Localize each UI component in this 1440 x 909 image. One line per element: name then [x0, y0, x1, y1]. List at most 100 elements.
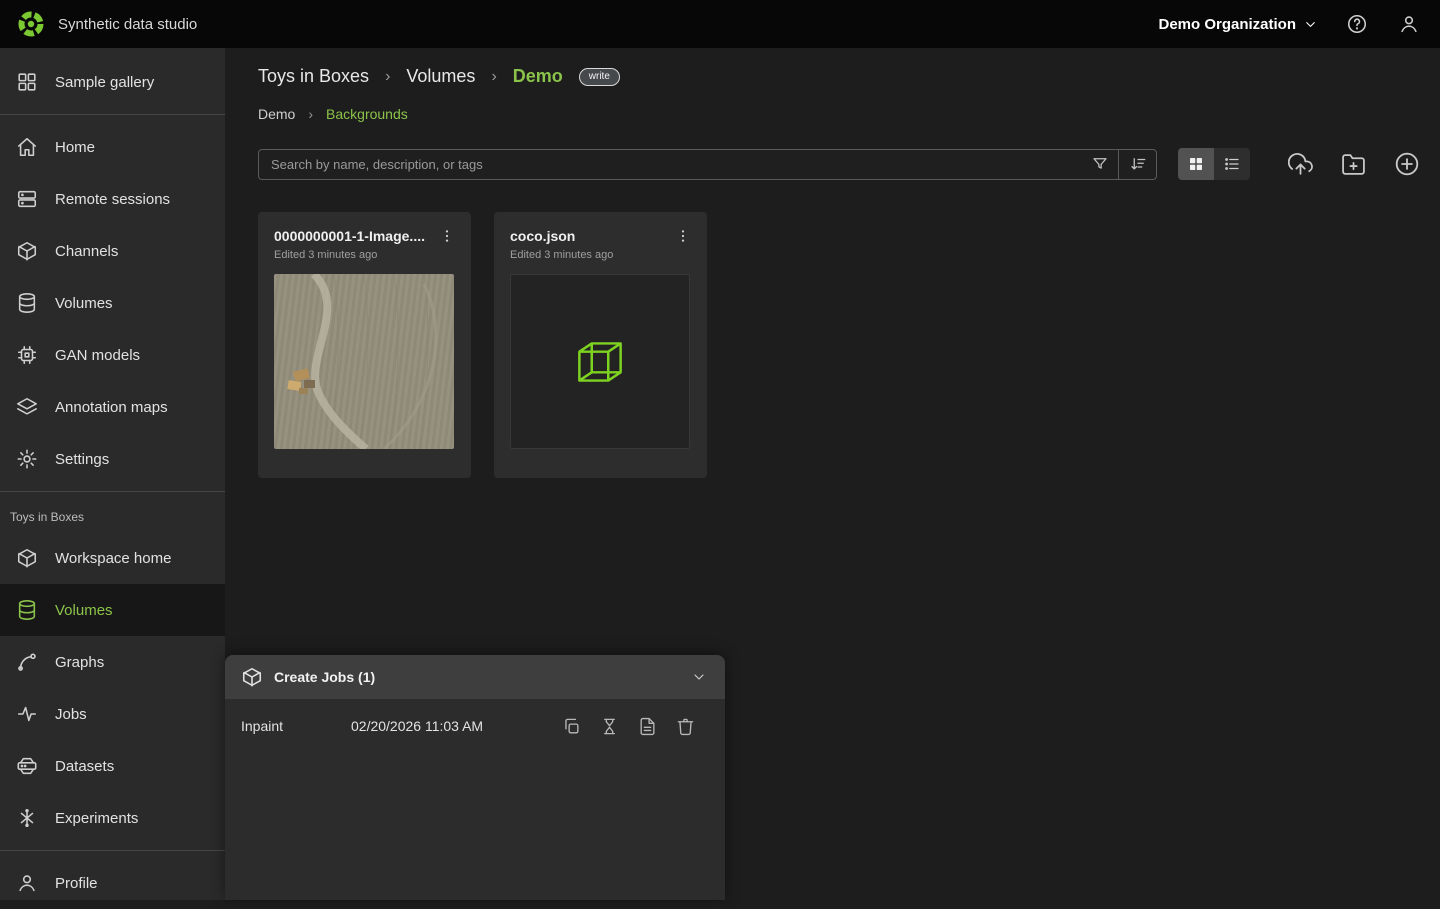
- delete-job-button[interactable]: [674, 715, 697, 738]
- grid-icon: [16, 71, 38, 93]
- job-name: Inpaint: [241, 718, 351, 734]
- sidebar-item-jobs[interactable]: Jobs: [0, 688, 225, 740]
- sidebar-item-label: Volumes: [55, 602, 113, 619]
- file-card-image[interactable]: 0000000001-1-Image.... Edited 3 minutes …: [258, 212, 471, 478]
- sidebar-item-profile[interactable]: Profile: [0, 857, 225, 909]
- duplicate-job-button[interactable]: [560, 715, 583, 738]
- upload-button[interactable]: [1288, 152, 1313, 177]
- kebab-menu-icon: [675, 228, 691, 244]
- divider: [0, 850, 225, 851]
- job-row: Inpaint 02/20/2026 11:03 AM: [225, 699, 725, 753]
- breadcrumb: Toys in Boxes › Volumes › Demo write: [258, 66, 620, 87]
- drive-icon: [16, 755, 38, 777]
- sidebar-item-volumes[interactable]: Volumes: [0, 277, 225, 329]
- folder-breadcrumb: Demo › Backgrounds: [258, 106, 408, 122]
- activity-icon: [16, 703, 38, 725]
- create-jobs-panel: Create Jobs (1) Inpaint 02/20/2026 11:03…: [225, 655, 725, 900]
- copy-icon: [562, 717, 581, 736]
- sidebar-item-settings[interactable]: Settings: [0, 433, 225, 485]
- organization-selector[interactable]: Demo Organization: [1158, 16, 1318, 33]
- document-icon: [638, 717, 657, 736]
- gear-icon: [16, 448, 38, 470]
- chevron-down-icon: [691, 669, 707, 685]
- sidebar-item-label: Home: [55, 139, 95, 156]
- create-jobs-title: Create Jobs (1): [274, 669, 375, 685]
- home-icon: [16, 136, 38, 158]
- sidebar-item-gan-models[interactable]: GAN models: [0, 329, 225, 381]
- account-button[interactable]: [1396, 11, 1422, 37]
- person-icon: [16, 872, 38, 894]
- toolbar: [258, 148, 1420, 180]
- breadcrumb-volumes[interactable]: Volumes: [406, 66, 475, 87]
- breadcrumb-current[interactable]: Demo: [513, 66, 563, 87]
- database-icon: [16, 292, 38, 314]
- collapse-panel-button[interactable]: [689, 667, 709, 687]
- json-thumbnail[interactable]: [510, 274, 690, 449]
- kebab-menu-icon: [439, 228, 455, 244]
- job-box-icon: [241, 666, 263, 688]
- job-details-button[interactable]: [636, 715, 659, 738]
- crates-cluster: [287, 368, 315, 394]
- workspace-section-label: Toys in Boxes: [0, 498, 225, 532]
- sidebar-item-sample-gallery[interactable]: Sample gallery: [0, 56, 225, 108]
- list-view-icon: [1223, 155, 1241, 173]
- box-icon: [16, 240, 38, 262]
- folder-breadcrumb-root[interactable]: Demo: [258, 106, 295, 122]
- grid-view-button[interactable]: [1178, 148, 1214, 180]
- chevron-down-icon: [1303, 17, 1318, 32]
- sidebar-item-label: Remote sessions: [55, 191, 170, 208]
- breadcrumb-separator: ›: [385, 68, 390, 86]
- server-icon: [16, 188, 38, 210]
- sort-button[interactable]: [1119, 150, 1156, 179]
- plus-circle-icon: [1394, 151, 1420, 177]
- card-menu-button[interactable]: [433, 228, 455, 244]
- new-folder-button[interactable]: [1341, 152, 1366, 177]
- wireframe-cube-icon: [567, 329, 633, 395]
- sidebar-item-experiments[interactable]: Experiments: [0, 792, 225, 844]
- sidebar-item-remote-sessions[interactable]: Remote sessions: [0, 173, 225, 225]
- list-view-button[interactable]: [1214, 148, 1250, 180]
- sidebar-item-label: Graphs: [55, 654, 104, 671]
- card-menu-button[interactable]: [669, 228, 691, 244]
- write-permission-badge: write: [579, 68, 620, 86]
- sidebar-item-label: Volumes: [55, 295, 113, 312]
- filter-button[interactable]: [1081, 150, 1118, 179]
- person-icon: [1398, 13, 1420, 35]
- file-title: 0000000001-1-Image....: [274, 228, 433, 244]
- divider: [0, 114, 225, 115]
- folder-breadcrumb-current[interactable]: Backgrounds: [326, 106, 408, 122]
- sidebar-item-label: Datasets: [55, 758, 114, 775]
- sidebar-item-label: Workspace home: [55, 550, 171, 567]
- sidebar-item-channels[interactable]: Channels: [0, 225, 225, 277]
- file-card-json[interactable]: coco.json Edited 3 minutes ago: [494, 212, 707, 478]
- sidebar-item-label: GAN models: [55, 347, 140, 364]
- sidebar-item-graphs[interactable]: Graphs: [0, 636, 225, 688]
- breadcrumb-separator: ›: [308, 106, 313, 122]
- sidebar-item-label: Annotation maps: [55, 399, 168, 416]
- sidebar-item-label: Profile: [55, 875, 98, 892]
- sidebar-item-label: Jobs: [55, 706, 87, 723]
- cpu-icon: [16, 344, 38, 366]
- breadcrumb-workspace[interactable]: Toys in Boxes: [258, 66, 369, 87]
- sidebar-item-label: Channels: [55, 243, 118, 260]
- image-thumbnail[interactable]: [274, 274, 454, 449]
- experiments-icon: [16, 807, 38, 829]
- view-toggle: [1178, 148, 1250, 180]
- help-icon: [1346, 13, 1368, 35]
- sidebar-item-volumes-workspace[interactable]: Volumes: [0, 584, 225, 636]
- create-jobs-header[interactable]: Create Jobs (1): [225, 655, 725, 699]
- layers-icon: [16, 396, 38, 418]
- sidebar-item-label: Experiments: [55, 810, 138, 827]
- bezier-icon: [16, 651, 38, 673]
- sidebar-item-label: Settings: [55, 451, 109, 468]
- sidebar-item-workspace-home[interactable]: Workspace home: [0, 532, 225, 584]
- sort-icon: [1129, 155, 1147, 173]
- sidebar-item-annotation-maps[interactable]: Annotation maps: [0, 381, 225, 433]
- search-input[interactable]: [259, 157, 1081, 172]
- job-status-button[interactable]: [598, 715, 621, 738]
- sidebar-item-home[interactable]: Home: [0, 121, 225, 173]
- filter-icon: [1091, 155, 1109, 173]
- sidebar-item-datasets[interactable]: Datasets: [0, 740, 225, 792]
- help-button[interactable]: [1344, 11, 1370, 37]
- add-button[interactable]: [1394, 151, 1420, 177]
